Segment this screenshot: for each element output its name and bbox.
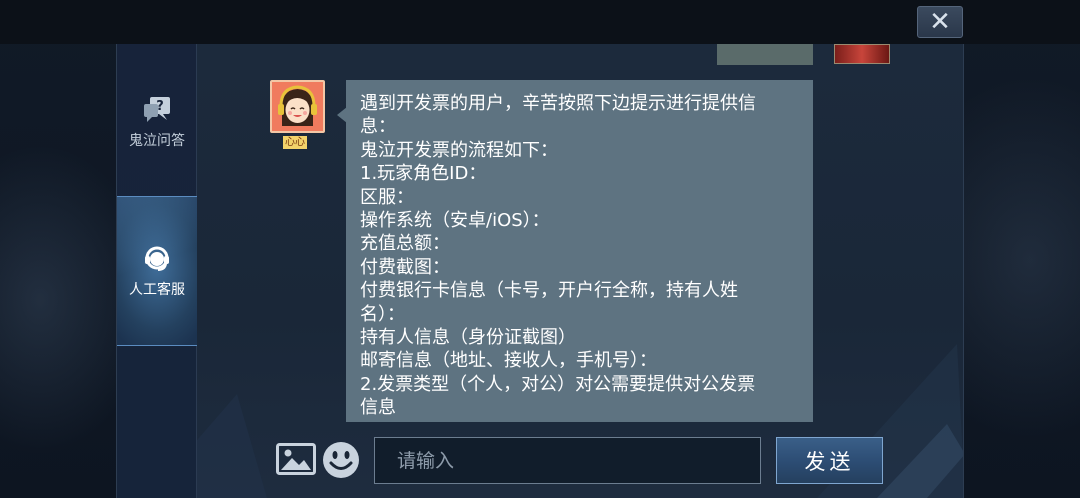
message-line: 区服：	[360, 186, 414, 208]
user-avatar	[834, 44, 890, 64]
agent-message-bubble: 遇到开发票的用户，辛苦按照下边提示进行提供信 息： 鬼泣开发票的流程如下： 1.…	[346, 80, 813, 422]
sidebar-item-human-support[interactable]: 人工客服	[117, 196, 197, 346]
message-line: 鬼泣开发票的流程如下：	[360, 139, 558, 161]
message-line: 邮寄信息（地址、接收人，手机号）：	[360, 350, 657, 372]
close-icon: ✕	[929, 7, 951, 37]
girl-headset-avatar	[272, 82, 323, 131]
message-line: 付费截图：	[360, 256, 450, 278]
message-line: 遇到开发票的用户，辛苦按照下边提示进行提供信	[360, 93, 756, 114]
sidebar-item-label: 人工客服	[129, 282, 185, 298]
sidebar-item-faq[interactable]: ? 鬼泣问答	[117, 94, 197, 154]
message-line: 付费银行卡信息（卡号，开户行全称，持有人姓	[360, 280, 738, 302]
question-chat-icon: ?	[144, 97, 170, 122]
message-input[interactable]	[374, 437, 761, 484]
emoji-icon	[323, 442, 359, 478]
message-line: 名）：	[360, 303, 405, 325]
sidebar-item-label: 鬼泣问答	[129, 133, 185, 149]
send-image-button[interactable]	[276, 443, 316, 475]
previous-message-bubble	[717, 44, 813, 65]
message-line: 息：	[360, 116, 396, 138]
sidebar: ? 鬼泣问答 人工客服	[117, 44, 197, 498]
headset-icon	[145, 246, 169, 271]
message-line: 操作系统（安卓/iOS）：	[360, 210, 550, 232]
send-button[interactable]: 发送	[776, 437, 883, 484]
message-line: 2.发票类型（个人，对公）对公需要提供对公发票	[360, 373, 756, 395]
svg-text:?: ?	[156, 99, 164, 114]
emoji-button[interactable]	[321, 440, 361, 480]
image-icon	[276, 443, 316, 475]
message-line: 持有人信息（身份证截图）	[360, 327, 576, 349]
message-line: 信息	[360, 397, 396, 419]
agent-avatar	[270, 80, 325, 133]
message-line: 1.玩家角色ID：	[360, 163, 487, 185]
close-button[interactable]: ✕	[917, 6, 963, 38]
message-line: 充值总额：	[360, 233, 450, 255]
agent-name-badge: 心心	[283, 136, 307, 149]
